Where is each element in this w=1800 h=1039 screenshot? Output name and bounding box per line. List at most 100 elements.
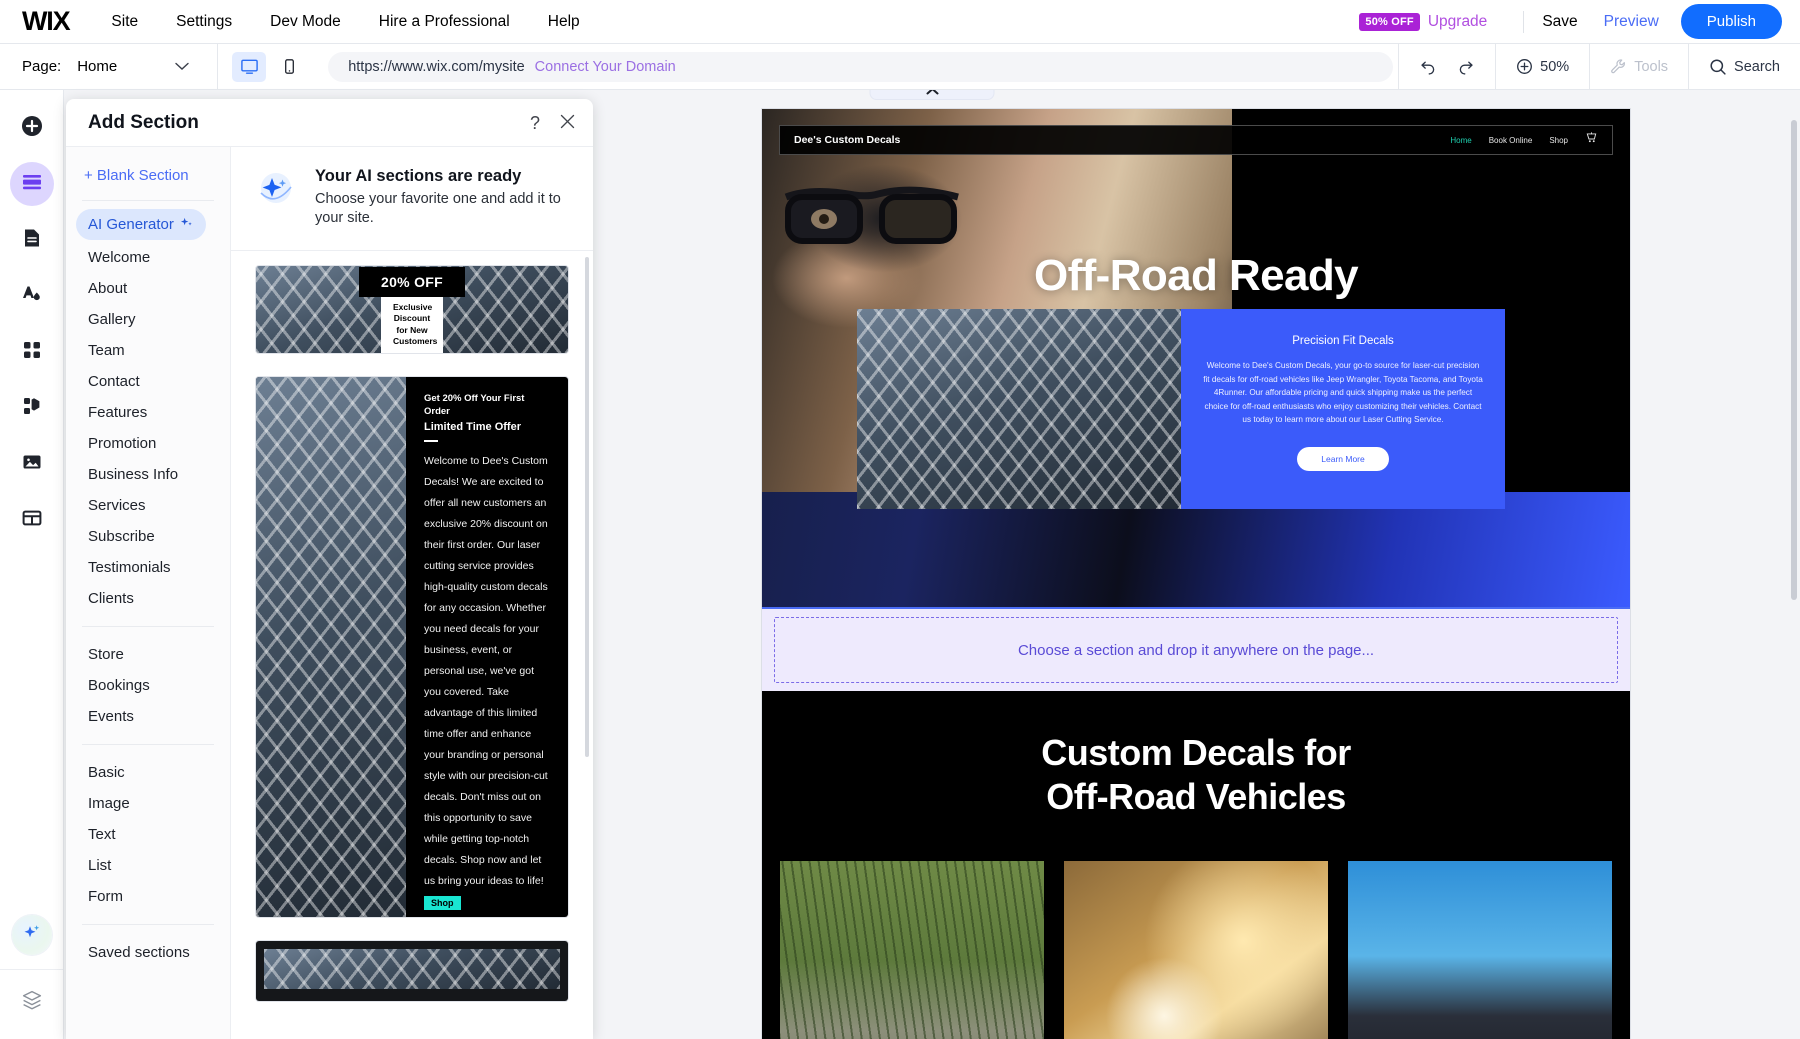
rail-item-add-elements[interactable] [10, 106, 54, 150]
section-thumbnail-2[interactable]: Get 20% Off Your First Order Limited Tim… [255, 376, 569, 919]
panel-scrollbar[interactable] [585, 257, 589, 757]
site-url-bar[interactable]: https://www.wix.com/mysite Connect Your … [328, 51, 1394, 82]
category-testimonials[interactable]: Testimonials [66, 552, 230, 583]
site-nav-link-shop[interactable]: Shop [1549, 136, 1568, 145]
left-tool-rail [0, 90, 64, 1039]
section-dropzone[interactable]: Choose a section and drop it anywhere on… [774, 617, 1618, 683]
canvas-collapse-tab[interactable] [869, 90, 995, 100]
hero-info-card[interactable]: Precision Fit Decals Welcome to Dee's Cu… [1181, 309, 1505, 509]
gallery-image-desert-canyon-photo[interactable] [1348, 860, 1612, 1039]
rail-item-content-manager[interactable] [10, 498, 54, 542]
category-store[interactable]: Store [66, 639, 230, 670]
thumbnail-2-image [256, 377, 406, 918]
upgrade-link[interactable]: Upgrade [1428, 13, 1487, 31]
category-services[interactable]: Services [66, 490, 230, 521]
section-thumbnail-list[interactable]: 20% OFF Exclusive Discount for New Custo… [231, 251, 593, 1003]
gallery-section[interactable] [762, 844, 1630, 1039]
zoom-control[interactable]: 50% [1516, 58, 1569, 75]
category-contact[interactable]: Contact [66, 366, 230, 397]
category-features[interactable]: Features [66, 397, 230, 428]
rail-item-site-design[interactable] [10, 274, 54, 318]
category-ai-generator[interactable]: AI Generator [76, 209, 206, 240]
tools-button[interactable]: Tools [1610, 58, 1668, 75]
hero-section[interactable]: Dee's Custom Decals Home Book Online Sho… [762, 109, 1630, 607]
category-welcome[interactable]: Welcome [66, 242, 230, 273]
section-dropzone-wrapper[interactable]: Choose a section and drop it anywhere on… [762, 607, 1630, 691]
question-mark-icon[interactable]: ? [530, 114, 540, 132]
rail-item-app-market[interactable] [10, 330, 54, 374]
category-text[interactable]: Text [66, 819, 230, 850]
redo-button[interactable] [1456, 57, 1475, 76]
mobile-view-button[interactable] [272, 52, 306, 82]
ai-banner-title: Your AI sections are ready [315, 167, 522, 185]
chevron-down-icon[interactable] [175, 59, 189, 74]
close-icon[interactable] [560, 114, 575, 132]
category-bookings[interactable]: Bookings [66, 670, 230, 701]
top-menu-item-site[interactable]: Site [111, 13, 138, 31]
cart-icon[interactable] [1585, 131, 1598, 149]
category-saved-sections[interactable]: Saved sections [66, 937, 230, 968]
panel-category-list[interactable]: + Blank Section AI Generator Welcome Abo… [66, 147, 231, 1039]
category-promotion[interactable]: Promotion [66, 428, 230, 459]
desktop-view-button[interactable] [232, 51, 267, 82]
category-subscribe[interactable]: Subscribe [66, 521, 230, 552]
hero-title: Off-Road Ready [1033, 251, 1359, 300]
preview-button[interactable]: Preview [1604, 13, 1659, 31]
wix-logo[interactable]: WIX [22, 6, 71, 37]
wrench-icon [1611, 59, 1626, 74]
thumbnail-1-card: 20% OFF Exclusive Discount for New Custo… [358, 266, 465, 353]
category-business-info[interactable]: Business Info [66, 459, 230, 490]
section-thumbnail-1[interactable]: 20% OFF Exclusive Discount for New Custo… [255, 265, 569, 355]
rail-item-my-business[interactable] [10, 386, 54, 430]
category-image[interactable]: Image [66, 788, 230, 819]
site-preview[interactable]: Dee's Custom Decals Home Book Online Sho… [762, 109, 1630, 1039]
category-team[interactable]: Team [66, 335, 230, 366]
page-selector-value[interactable]: Home [77, 58, 117, 75]
top-menu-item-hire-a-professional[interactable]: Hire a Professional [379, 13, 510, 31]
top-menu-item-dev-mode[interactable]: Dev Mode [270, 13, 341, 31]
editor-toolbar: Page: Home https://www.wix.com/mysite Co… [0, 43, 1800, 90]
panel-thumbnail-area[interactable]: Your AI sections are ready Choose your f… [231, 147, 593, 1039]
rail-item-media[interactable] [10, 442, 54, 486]
site-url-text: https://www.wix.com/mysite [348, 58, 525, 75]
top-menu: Site Settings Dev Mode Hire a Profession… [111, 13, 579, 31]
top-menu-item-settings[interactable]: Settings [176, 13, 232, 31]
category-events[interactable]: Events [66, 701, 230, 732]
blank-section-button[interactable]: + Blank Section [66, 159, 230, 198]
gallery-image-rhino-photo[interactable] [780, 860, 1044, 1039]
category-form[interactable]: Form [66, 881, 230, 912]
publish-button[interactable]: Publish [1680, 4, 1782, 39]
category-about[interactable]: About [66, 273, 230, 304]
save-button[interactable]: Save [1542, 13, 1577, 31]
search-button[interactable]: Search [1709, 58, 1780, 76]
ai-sparkle-icon [21, 922, 43, 949]
top-menu-bar: WIX Site Settings Dev Mode Hire a Profes… [0, 0, 1800, 44]
viewport-switch [218, 51, 320, 82]
site-nav-link-home[interactable]: Home [1450, 136, 1471, 145]
connect-domain-link[interactable]: Connect Your Domain [535, 59, 676, 75]
divider [82, 626, 214, 627]
category-basic[interactable]: Basic [66, 757, 230, 788]
ai-assistant-button[interactable] [11, 915, 52, 955]
rail-item-pages[interactable] [10, 218, 54, 262]
divider [82, 924, 214, 925]
undo-button[interactable] [1419, 57, 1438, 76]
section-thumbnail-3[interactable] [255, 940, 569, 1003]
headline-section[interactable]: Custom Decals for Off-Road Vehicles [762, 691, 1630, 845]
gallery-image-vehicle-headlight-photo[interactable] [1064, 860, 1328, 1039]
canvas-scrollbar[interactable] [1791, 120, 1797, 600]
search-group: Search [1688, 43, 1800, 90]
rail-bottom-group [0, 915, 63, 1039]
top-menu-item-help[interactable]: Help [548, 13, 580, 31]
tools-group: Tools [1589, 43, 1688, 90]
category-gallery[interactable]: Gallery [66, 304, 230, 335]
divider [1523, 10, 1525, 33]
category-list[interactable]: List [66, 850, 230, 881]
site-navigation-bar[interactable]: Dee's Custom Decals Home Book Online Sho… [779, 125, 1613, 155]
add-section-panel[interactable]: Add Section ? + Blank Section AI Generat… [66, 99, 593, 1039]
learn-more-button[interactable]: Learn More [1297, 446, 1389, 471]
rail-item-add-section[interactable] [9, 162, 54, 206]
category-clients[interactable]: Clients [66, 583, 230, 614]
layers-button[interactable] [20, 988, 44, 1017]
site-nav-link-book-online[interactable]: Book Online [1489, 136, 1533, 145]
